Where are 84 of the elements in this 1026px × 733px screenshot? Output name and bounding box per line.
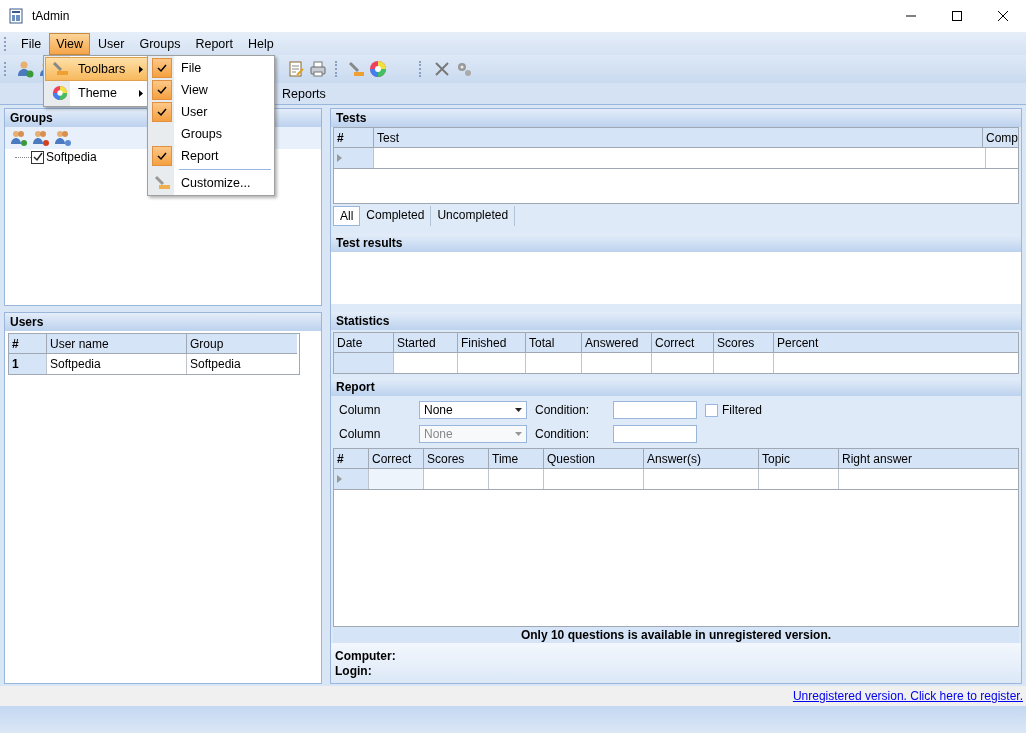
panel-header: Report xyxy=(331,378,1021,396)
column-header[interactable]: Group xyxy=(187,334,297,354)
column-header[interactable]: Time xyxy=(489,449,544,469)
column-dropdown[interactable]: None xyxy=(419,401,527,419)
field-label: Column xyxy=(339,427,382,441)
row-pointer-icon xyxy=(337,475,342,483)
condition-field[interactable] xyxy=(613,425,697,443)
column-header[interactable]: # xyxy=(334,128,374,148)
column-header[interactable]: Question xyxy=(544,449,644,469)
table-cell-text: Softpedia xyxy=(189,356,242,373)
group-icon[interactable] xyxy=(32,129,50,147)
menu-item[interactable]: Report xyxy=(149,145,273,167)
info-label: Computer: xyxy=(335,649,397,664)
field-label: Condition: xyxy=(535,427,591,441)
menu-item[interactable]: Toolbars xyxy=(45,57,149,81)
window-title: tAdmin xyxy=(32,9,70,23)
column-header[interactable]: Total xyxy=(526,333,582,353)
submenu-arrow-icon xyxy=(139,65,143,73)
close-icon[interactable] xyxy=(998,11,1008,21)
info-label: Login: xyxy=(335,664,373,679)
register-link[interactable]: Unregistered version. Click here to register. xyxy=(792,689,1023,703)
menu-item[interactable]: View xyxy=(49,32,91,55)
column-header[interactable]: Answered xyxy=(582,333,652,353)
menu-item[interactable]: Customize... xyxy=(149,172,273,194)
column-header[interactable]: Percent xyxy=(774,333,1018,353)
menu-item[interactable]: Report xyxy=(188,32,240,55)
panel-header: Test results xyxy=(331,234,1021,252)
group-icon[interactable] xyxy=(10,129,28,147)
color-wheel-icon[interactable] xyxy=(369,60,387,78)
field-label: Condition: xyxy=(535,403,591,417)
submenu-arrow-icon xyxy=(139,89,143,97)
column-header[interactable]: Test xyxy=(374,128,983,148)
column-header[interactable]: Right answer xyxy=(839,449,1018,469)
table-cell: 1 xyxy=(9,354,47,374)
dropdown-arrow-icon xyxy=(515,408,522,412)
field-label: Column xyxy=(339,403,382,417)
tab[interactable]: Reports xyxy=(272,85,336,104)
menu-item[interactable]: User xyxy=(91,32,132,55)
menu-item[interactable]: Groups xyxy=(132,32,188,55)
condition-field[interactable] xyxy=(613,401,697,419)
column-header[interactable]: Finished xyxy=(458,333,526,353)
add-user-icon[interactable] xyxy=(16,60,34,78)
filter-tab[interactable]: Uncompleted xyxy=(431,206,516,226)
menu-item[interactable]: Theme xyxy=(45,81,149,105)
tree-item[interactable]: Softpedia xyxy=(46,150,97,164)
menu-item[interactable]: File xyxy=(149,57,273,79)
column-header[interactable]: Scores xyxy=(424,449,489,469)
filtered-checkbox[interactable] xyxy=(705,403,718,417)
column-header[interactable]: # xyxy=(334,449,369,469)
wrench-icon xyxy=(51,61,69,77)
filter-tab[interactable]: Completed xyxy=(360,206,432,226)
panel-header: Users xyxy=(5,313,321,331)
gears-icon[interactable] xyxy=(455,60,473,78)
menu-item[interactable]: View xyxy=(149,79,273,101)
column-header[interactable]: Answer(s) xyxy=(644,449,759,469)
checkbox-label: Filtered xyxy=(722,403,762,417)
column-header[interactable]: Started xyxy=(394,333,458,353)
menu-item[interactable]: Help xyxy=(240,32,281,55)
row-pointer-icon xyxy=(337,154,342,162)
column-header[interactable]: Scores xyxy=(714,333,774,353)
column-header[interactable]: Comp xyxy=(983,128,1018,148)
panel-header: Tests xyxy=(331,109,1021,127)
maximize-icon[interactable] xyxy=(952,11,962,21)
app-icon xyxy=(8,8,24,24)
report-edit-icon[interactable] xyxy=(287,60,305,78)
tree-checkbox[interactable] xyxy=(31,150,44,164)
wrench-icon xyxy=(153,175,171,191)
table-cell: Softpedia xyxy=(47,354,187,374)
filter-tab[interactable]: All xyxy=(333,206,361,226)
dropdown-arrow-icon xyxy=(515,432,522,436)
column-header[interactable]: Date xyxy=(334,333,394,353)
column-header[interactable]: # xyxy=(9,334,47,354)
tools-icon[interactable] xyxy=(433,60,451,78)
printer-icon[interactable] xyxy=(309,60,327,78)
color-wheel-icon xyxy=(52,85,68,101)
group-icon[interactable] xyxy=(54,129,72,147)
column-header[interactable]: Correct xyxy=(652,333,714,353)
column-header[interactable]: Topic xyxy=(759,449,839,469)
column-header[interactable]: User name xyxy=(47,334,187,354)
panel-header: Statistics xyxy=(331,312,1021,330)
column-header[interactable]: Correct xyxy=(369,449,424,469)
wrench-icon[interactable] xyxy=(347,60,365,78)
notice-text: Only 10 questions is available in unregistered version. xyxy=(333,627,1019,643)
menu-item[interactable]: File xyxy=(14,32,49,55)
